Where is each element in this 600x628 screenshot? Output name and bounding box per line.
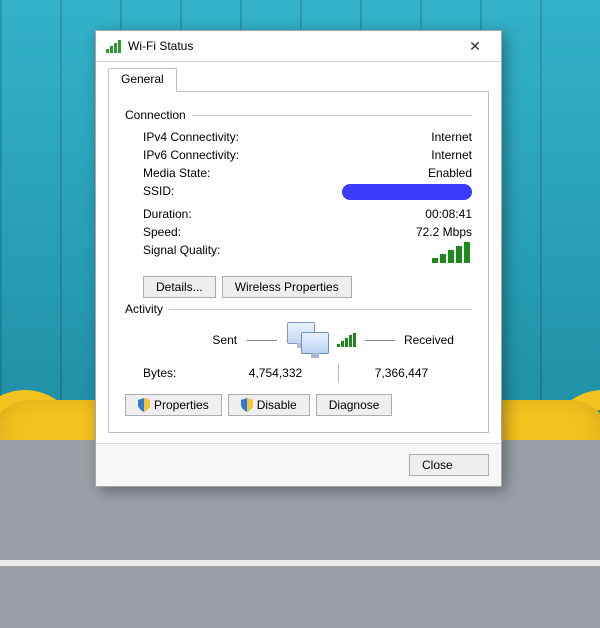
group-activity: Activity <box>125 302 472 316</box>
titlebar[interactable]: Wi-Fi Status ✕ <box>96 31 501 62</box>
tab-general[interactable]: General <box>108 68 177 92</box>
client-area: General Connection IPv4 Connectivity: In… <box>96 62 501 443</box>
disable-button-label: Disable <box>257 395 297 415</box>
diagnose-button[interactable]: Diagnose <box>316 394 393 416</box>
ipv4-label: IPv4 Connectivity: <box>143 130 239 144</box>
speed-label: Speed: <box>143 225 181 239</box>
desktop-background: Wi-Fi Status ✕ General Connection IPv4 C… <box>0 0 600 628</box>
ssid-value-redacted <box>342 184 472 203</box>
row-ipv4: IPv4 Connectivity: Internet <box>143 128 472 146</box>
duration-value: 00:08:41 <box>425 207 472 221</box>
dialog-footer: Close <box>96 443 501 486</box>
row-signal-quality: Signal Quality: <box>143 241 472 268</box>
wifi-icon <box>106 39 122 53</box>
properties-button[interactable]: Properties <box>125 394 222 416</box>
mini-signal-icon <box>337 333 357 347</box>
bytes-label: Bytes: <box>143 366 223 380</box>
signal-quality-label: Signal Quality: <box>143 243 220 266</box>
close-icon[interactable]: ✕ <box>455 33 495 59</box>
properties-button-label: Properties <box>154 395 209 415</box>
sent-label: Sent <box>212 333 237 347</box>
ipv4-value: Internet <box>431 130 472 144</box>
details-button[interactable]: Details... <box>143 276 216 298</box>
speed-value: 72.2 Mbps <box>416 225 472 239</box>
ssid-label: SSID: <box>143 184 174 203</box>
group-connection-label: Connection <box>125 108 186 122</box>
shield-icon <box>138 398 150 412</box>
wifi-status-dialog: Wi-Fi Status ✕ General Connection IPv4 C… <box>95 30 502 487</box>
row-ipv6: IPv6 Connectivity: Internet <box>143 146 472 164</box>
tabstrip: General <box>108 70 489 92</box>
network-activity-icon <box>285 322 329 358</box>
bytes-row: Bytes: 4,754,332 7,366,447 <box>143 364 454 382</box>
wireless-properties-button[interactable]: Wireless Properties <box>222 276 352 298</box>
row-ssid: SSID: <box>143 182 472 205</box>
bg-roadline <box>0 560 600 566</box>
media-state-label: Media State: <box>143 166 210 180</box>
group-activity-label: Activity <box>125 302 163 316</box>
duration-label: Duration: <box>143 207 192 221</box>
bytes-sent-value: 4,754,332 <box>223 366 328 380</box>
received-label: Received <box>404 333 454 347</box>
row-duration: Duration: 00:08:41 <box>143 205 472 223</box>
activity-header-row: Sent Received <box>143 322 454 358</box>
signal-quality-icon <box>432 243 472 266</box>
ipv6-value: Internet <box>431 148 472 162</box>
ipv6-label: IPv6 Connectivity: <box>143 148 239 162</box>
row-speed: Speed: 72.2 Mbps <box>143 223 472 241</box>
disable-button[interactable]: Disable <box>228 394 310 416</box>
row-media-state: Media State: Enabled <box>143 164 472 182</box>
close-button[interactable]: Close <box>409 454 489 476</box>
group-connection: Connection <box>125 108 472 122</box>
window-title: Wi-Fi Status <box>128 39 193 53</box>
tab-body: Connection IPv4 Connectivity: Internet I… <box>108 92 489 433</box>
bytes-received-value: 7,366,447 <box>349 366 454 380</box>
shield-icon <box>241 398 253 412</box>
media-state-value: Enabled <box>428 166 472 180</box>
